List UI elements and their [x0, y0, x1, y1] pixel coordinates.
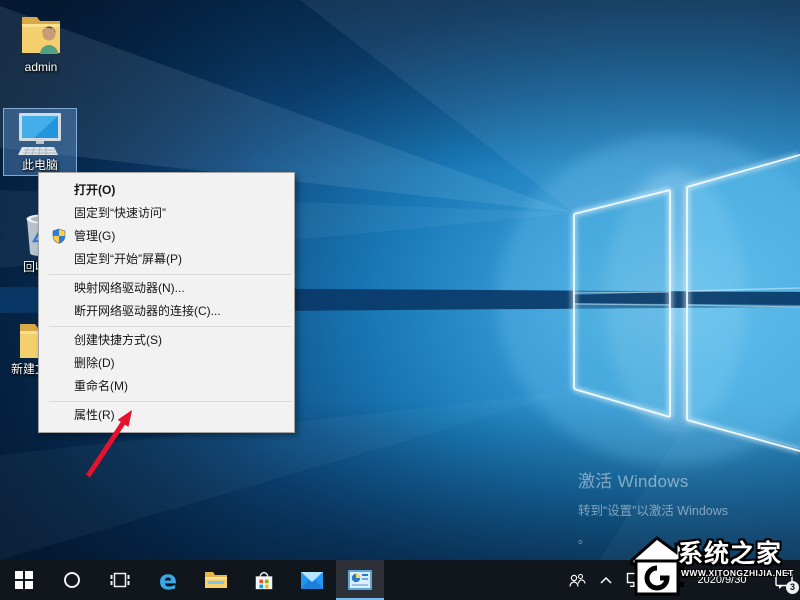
- edge-icon: e: [159, 567, 177, 594]
- desktop-icon-this-pc[interactable]: 此电脑: [3, 108, 77, 176]
- task-view-button[interactable]: [96, 560, 144, 600]
- menu-item-pin-quick-access[interactable]: 固定到“快速访问”: [39, 202, 294, 225]
- volume-icon[interactable]: [657, 572, 673, 588]
- menu-separator: [49, 326, 291, 327]
- search-button[interactable]: [48, 560, 96, 600]
- mail-button[interactable]: [288, 560, 336, 600]
- active-app-button[interactable]: [336, 560, 384, 600]
- task-view-icon: [110, 571, 130, 589]
- activation-subtitle: 转到“设置”以激活 Windows: [578, 500, 728, 519]
- activation-title: 激活 Windows: [578, 467, 728, 492]
- menu-item-delete[interactable]: 删除(D): [39, 352, 294, 375]
- menu-item-create-shortcut[interactable]: 创建快捷方式(S): [39, 329, 294, 352]
- menu-item-pin-start[interactable]: 固定到“开始”屏幕(P): [39, 248, 294, 271]
- icon-label: 此电脑: [4, 159, 76, 172]
- activation-period: 。: [578, 528, 728, 547]
- menu-separator: [49, 274, 291, 275]
- notification-badge: 3: [786, 581, 799, 594]
- this-pc-icon: [14, 111, 66, 157]
- uac-shield-icon: [51, 228, 67, 244]
- edge-button[interactable]: e: [144, 560, 192, 600]
- store-icon: [252, 569, 276, 591]
- menu-item-map-network-drive[interactable]: 映射网络驱动器(N)...: [39, 277, 294, 300]
- activation-watermark: 激活 Windows 转到“设置”以激活 Windows 。: [578, 467, 728, 547]
- system-tray: 2020/9/30 3: [568, 560, 796, 600]
- menu-item-disconnect-network-drive[interactable]: 断开网络驱动器的连接(C)...: [39, 300, 294, 323]
- user-folder-icon: [16, 11, 66, 59]
- chevron-up-icon[interactable]: [599, 575, 613, 585]
- desktop-icon-admin[interactable]: admin: [4, 8, 78, 78]
- menu-item-rename[interactable]: 重命名(M): [39, 375, 294, 398]
- windows-desktop: admin 此电脑 回收站: [0, 0, 800, 600]
- taskbar: e: [0, 560, 800, 600]
- mail-icon: [300, 571, 324, 590]
- store-button[interactable]: [240, 560, 288, 600]
- windows-logo-icon: [15, 571, 33, 589]
- icon-label: admin: [5, 61, 77, 74]
- people-icon[interactable]: [568, 572, 586, 589]
- tray-clock[interactable]: 2020/9/30: [686, 574, 758, 587]
- red-arrow-annotation: [70, 398, 150, 488]
- file-explorer-icon: [204, 570, 228, 590]
- menu-item-manage[interactable]: 管理(G): [39, 225, 294, 248]
- system-app-icon: [347, 569, 373, 591]
- context-menu: 打开(O) 固定到“快速访问” 管理(G) 固定到“开始”屏幕(P) 映射网络驱…: [38, 172, 295, 433]
- action-center-icon[interactable]: 3: [771, 571, 796, 590]
- file-explorer-button[interactable]: [192, 560, 240, 600]
- menu-item-open[interactable]: 打开(O): [39, 179, 294, 202]
- search-icon: [63, 571, 81, 589]
- network-icon[interactable]: [626, 572, 644, 588]
- start-button[interactable]: [0, 560, 48, 600]
- tray-date: 2020/9/30: [686, 574, 758, 587]
